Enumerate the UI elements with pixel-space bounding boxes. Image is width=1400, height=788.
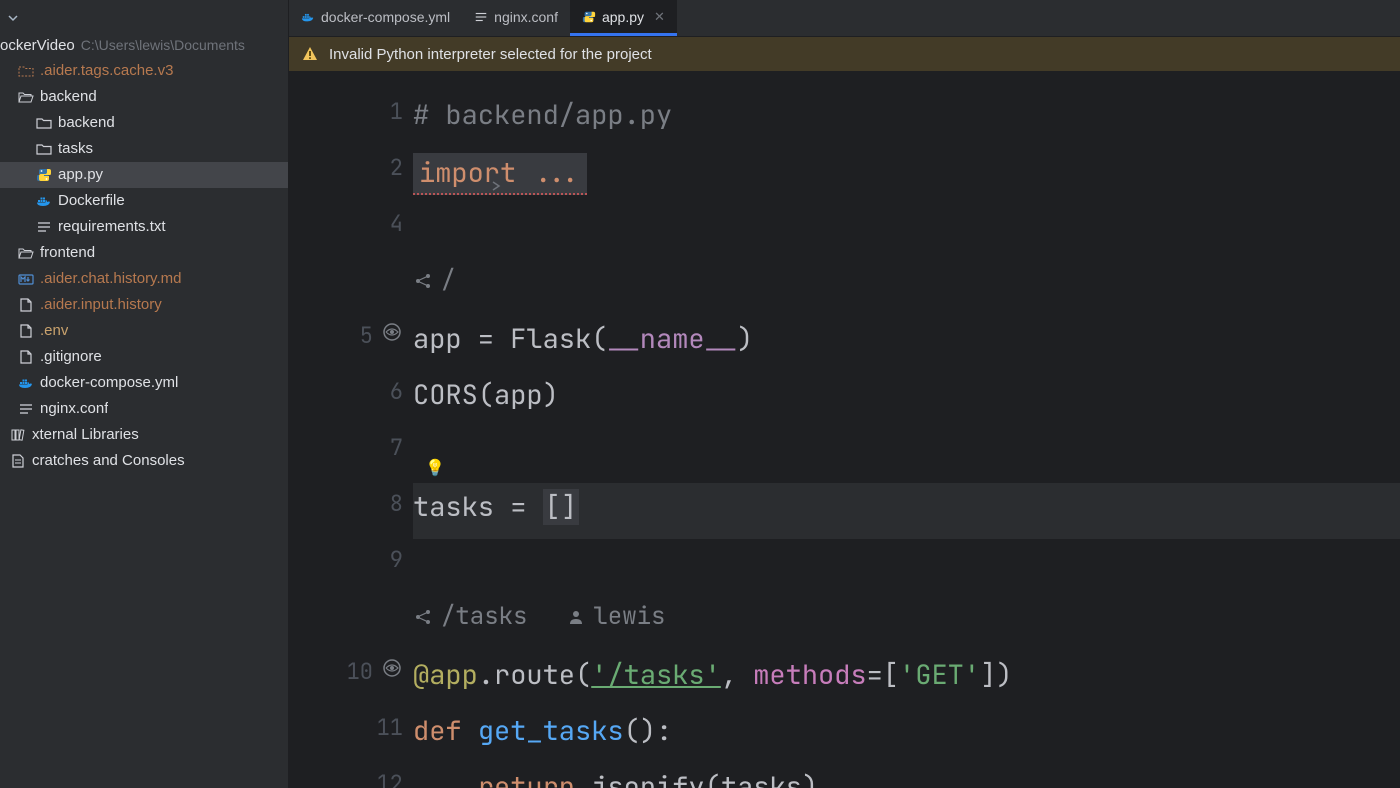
tree-item[interactable]: xternal Libraries xyxy=(0,422,288,448)
tree-item-label: docker-compose.yml xyxy=(40,370,178,396)
tab-label: app.py xyxy=(602,9,644,25)
tree-item[interactable]: .env xyxy=(0,318,288,344)
markdown-icon xyxy=(18,271,34,287)
endpoint-icon[interactable] xyxy=(381,657,403,679)
docker-icon xyxy=(301,10,315,24)
text-icon xyxy=(36,219,52,235)
tab-nginx-conf[interactable]: nginx.conf xyxy=(462,0,570,36)
folder-open-icon xyxy=(18,245,34,261)
tree-item[interactable]: cratches and Consoles xyxy=(0,448,288,474)
file-tree: .aider.tags.cache.v3backendbackendtasksa… xyxy=(0,58,288,474)
warning-bar[interactable]: Invalid Python interpreter selected for … xyxy=(289,37,1400,71)
tree-item-label: requirements.txt xyxy=(58,214,166,240)
tree-item-label: xternal Libraries xyxy=(32,422,139,448)
folder-open-icon xyxy=(18,89,34,105)
tree-item-label: cratches and Consoles xyxy=(32,448,185,474)
tree-item-label: app.py xyxy=(58,162,103,188)
tree-item-label: tasks xyxy=(58,136,93,162)
tree-item[interactable]: requirements.txt xyxy=(0,214,288,240)
route-inlay[interactable]: / xyxy=(413,265,455,296)
docker-icon xyxy=(36,193,52,209)
folder-icon xyxy=(36,115,52,131)
project-sidebar: ockerVideo C:\Users\lewis\Documents .aid… xyxy=(0,0,289,788)
tree-item[interactable]: backend xyxy=(0,84,288,110)
tree-item-label: nginx.conf xyxy=(40,396,108,422)
tree-item[interactable]: Dockerfile xyxy=(0,188,288,214)
text-icon xyxy=(18,401,34,417)
tree-item-label: .aider.input.history xyxy=(40,292,162,318)
current-line[interactable]: 💡 tasks = [] xyxy=(413,483,1400,539)
tree-item[interactable]: .gitignore xyxy=(0,344,288,370)
tree-item[interactable]: .aider.chat.history.md xyxy=(0,266,288,292)
tree-item[interactable]: docker-compose.yml xyxy=(0,370,288,396)
tab-docker-compose-yml[interactable]: docker-compose.yml xyxy=(289,0,462,36)
person-icon xyxy=(567,608,585,626)
bulb-icon[interactable]: 💡 xyxy=(425,457,445,478)
editor-tabs: docker-compose.yml nginx.conf app.py ✕ xyxy=(289,0,1400,37)
tree-item[interactable]: app.py xyxy=(0,162,288,188)
tree-item-label: .env xyxy=(40,318,68,344)
tree-item-label: backend xyxy=(40,84,97,110)
tree-item[interactable]: nginx.conf xyxy=(0,396,288,422)
project-name: ockerVideo xyxy=(0,37,75,54)
close-icon[interactable]: ✕ xyxy=(654,9,665,25)
tree-item[interactable]: .aider.input.history xyxy=(0,292,288,318)
warning-icon xyxy=(301,45,319,63)
endpoint-icon[interactable] xyxy=(381,321,403,343)
code-area[interactable]: # backend/app.py import ... xyxy=(413,71,1400,788)
tab-app-py[interactable]: app.py ✕ xyxy=(570,0,677,36)
tab-label: nginx.conf xyxy=(494,9,558,25)
tree-item[interactable]: .aider.tags.cache.v3 xyxy=(0,58,288,84)
tree-item[interactable]: backend xyxy=(0,110,288,136)
python-icon xyxy=(582,10,596,24)
share-icon xyxy=(413,607,433,627)
share-icon xyxy=(413,271,433,291)
tree-item-label: .aider.tags.cache.v3 xyxy=(40,58,173,84)
tree-item-label: Dockerfile xyxy=(58,188,125,214)
file-icon xyxy=(18,297,34,313)
code-editor[interactable]: 1 2 4 5 6 7 8 9 10 xyxy=(289,71,1400,788)
tree-item[interactable]: frontend xyxy=(0,240,288,266)
editor-main: docker-compose.yml nginx.conf app.py ✕ Inva… xyxy=(289,0,1400,788)
tree-item-label: frontend xyxy=(40,240,95,266)
python-icon xyxy=(36,167,52,183)
chevron-down-icon[interactable] xyxy=(4,10,22,28)
author-inlay[interactable]: lewis xyxy=(567,601,665,632)
code-comment: # backend/app.py xyxy=(413,97,672,133)
scratch-icon xyxy=(10,453,26,469)
tab-label: docker-compose.yml xyxy=(321,9,450,25)
warning-text: Invalid Python interpreter selected for … xyxy=(329,46,652,63)
lib-icon xyxy=(10,427,26,443)
tree-item-label: backend xyxy=(58,110,115,136)
folder-icon xyxy=(36,141,52,157)
route-inlay-tasks[interactable]: /tasks xyxy=(413,601,527,632)
docker-icon xyxy=(18,375,34,391)
folder-dotted-icon xyxy=(18,63,34,79)
text-icon xyxy=(474,10,488,24)
tree-item-label: .gitignore xyxy=(40,344,102,370)
file-icon xyxy=(18,323,34,339)
tree-item[interactable]: tasks xyxy=(0,136,288,162)
tree-item-label: .aider.chat.history.md xyxy=(40,266,181,292)
file-icon xyxy=(18,349,34,365)
project-root[interactable]: ockerVideo C:\Users\lewis\Documents xyxy=(0,37,288,58)
project-path: C:\Users\lewis\Documents xyxy=(81,37,245,53)
